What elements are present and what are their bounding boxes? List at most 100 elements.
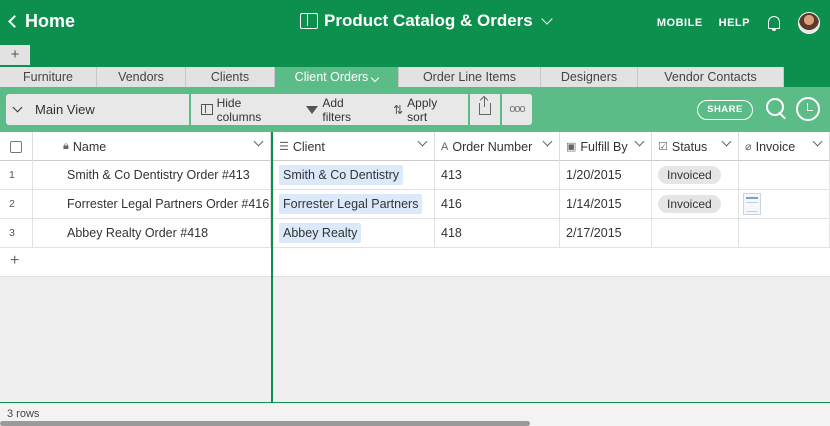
name-cell[interactable]: Smith & Co Dentistry Order #413	[33, 161, 271, 190]
share-icon	[479, 97, 491, 115]
home-link[interactable]: Home	[8, 11, 76, 32]
client-cell[interactable]: Smith & Co Dentistry	[273, 161, 435, 190]
linked-record-pill[interactable]: Abbey Realty	[279, 223, 362, 243]
tab-designers[interactable]: Designers	[541, 67, 638, 87]
row-number: 2	[0, 190, 33, 219]
status-cell[interactable]: Invoiced	[652, 190, 739, 219]
view-name: Main View	[35, 102, 95, 117]
sort-icon: ⇅	[393, 102, 404, 117]
tab-vendor-contacts[interactable]: Vendor Contacts	[638, 67, 784, 87]
grid-header: 🔒︎ Name ☰ Client A Order Number ▣ Fulfil…	[0, 132, 830, 161]
row-number: 1	[0, 161, 33, 190]
tab-label: Order Line Items	[422, 70, 517, 84]
apply-sort-button[interactable]: ⇅ Apply sort	[383, 94, 468, 125]
help-link[interactable]: HELP	[719, 17, 750, 29]
add-table-button[interactable]: +	[0, 45, 30, 65]
invoice-cell[interactable]	[739, 190, 830, 219]
invoice-cell[interactable]	[739, 161, 830, 190]
chevron-down-icon[interactable]	[721, 136, 732, 147]
invoice-thumbnail-icon[interactable]	[743, 193, 761, 215]
column-header-order-number[interactable]: A Order Number	[435, 132, 560, 161]
more-options-button[interactable]: ooo	[502, 94, 532, 125]
status-cell[interactable]	[652, 219, 739, 248]
client-cell[interactable]: Forrester Legal Partners	[273, 190, 435, 219]
table-row[interactable]: 2 Forrester Legal Partners Order #416 Fo…	[0, 190, 830, 219]
tab-label: Furniture	[22, 70, 74, 84]
select-all-checkbox[interactable]	[10, 140, 22, 153]
chevron-down-icon[interactable]	[417, 136, 428, 147]
avatar[interactable]	[798, 11, 820, 34]
tab-clients[interactable]: Clients	[186, 67, 275, 87]
tab-label: Vendors	[118, 70, 164, 84]
row-count: 3 rows	[7, 408, 40, 420]
chevron-down-icon[interactable]	[253, 136, 264, 147]
order-number-cell[interactable]: 413	[435, 161, 560, 190]
column-label: Fulfill By	[580, 139, 628, 154]
status-cell[interactable]: Invoiced	[652, 161, 739, 190]
client-cell[interactable]: Abbey Realty	[273, 219, 435, 248]
tab-furniture[interactable]: Furniture	[0, 67, 97, 87]
invoice-cell[interactable]	[739, 219, 830, 248]
select-icon: ☑	[658, 141, 668, 153]
frozen-column-divider[interactable]	[271, 132, 273, 426]
status-badge: Invoiced	[658, 166, 721, 184]
calendar-icon: ▣	[566, 141, 577, 153]
column-header-invoice[interactable]: ⌀ Invoice	[739, 132, 830, 161]
linked-record-pill[interactable]: Forrester Legal Partners	[279, 194, 423, 214]
select-all-cell	[0, 132, 33, 161]
fulfill-by-cell[interactable]: 1/20/2015	[560, 161, 652, 190]
column-label: Status	[671, 139, 708, 154]
chevron-down-icon	[371, 73, 380, 83]
tab-order-line-items[interactable]: Order Line Items	[399, 67, 541, 87]
order-number-cell[interactable]: 418	[435, 219, 560, 248]
table-tab-bar: + Furniture Vendors Clients Client Order…	[0, 45, 830, 87]
hide-columns-button[interactable]: Hide columns	[191, 94, 296, 125]
share-button[interactable]: SHARE	[697, 100, 753, 120]
bell-icon[interactable]	[766, 14, 782, 32]
link-table-icon: ☰	[279, 141, 289, 153]
column-header-name[interactable]: 🔒︎ Name	[33, 132, 271, 161]
tab-client-orders[interactable]: Client Orders	[275, 67, 399, 87]
export-button[interactable]	[470, 94, 500, 125]
tab-label: Vendor Contacts	[664, 70, 757, 84]
mobile-link[interactable]: MOBILE	[657, 17, 703, 29]
chevron-down-icon[interactable]	[634, 136, 645, 147]
home-label: Home	[25, 11, 76, 31]
column-label: Client	[292, 139, 325, 154]
hide-columns-label: Hide columns	[216, 95, 262, 124]
horizontal-scrollbar[interactable]	[0, 421, 530, 426]
fulfill-by-cell[interactable]: 2/17/2015	[560, 219, 652, 248]
apply-sort-label: Apply sort	[407, 95, 438, 124]
records-grid: 🔒︎ Name ☰ Client A Order Number ▣ Fulfil…	[0, 132, 830, 402]
table-row[interactable]: 3 Abbey Realty Order #418 Abbey Realty 4…	[0, 219, 830, 248]
tab-label: Client Orders	[294, 70, 369, 84]
name-cell[interactable]: Abbey Realty Order #418	[33, 219, 271, 248]
linked-record-pill[interactable]: Smith & Co Dentistry	[279, 165, 404, 185]
view-tools: Hide columns Add filters ⇅ Apply sort	[191, 94, 468, 125]
column-header-fulfill-by[interactable]: ▣ Fulfill By	[560, 132, 652, 161]
text-icon: A	[441, 140, 449, 153]
tab-vendors[interactable]: Vendors	[97, 67, 186, 87]
base-title-dropdown[interactable]: Product Catalog & Orders	[300, 11, 553, 31]
chevron-down-icon	[541, 13, 553, 25]
row-number: 3	[0, 219, 33, 248]
history-icon[interactable]	[796, 97, 820, 121]
add-filters-button[interactable]: Add filters	[296, 94, 383, 125]
chevron-down-icon[interactable]	[542, 136, 553, 147]
search-icon[interactable]	[765, 97, 789, 121]
name-cell[interactable]: Forrester Legal Partners Order #416	[33, 190, 271, 219]
status-badge: Invoiced	[658, 195, 721, 213]
book-icon	[300, 13, 318, 29]
grid-icon	[201, 104, 213, 115]
fulfill-by-cell[interactable]: 1/14/2015	[560, 190, 652, 219]
column-header-status[interactable]: ☑ Status	[652, 132, 739, 161]
chevron-down-icon[interactable]	[812, 136, 823, 147]
plus-icon[interactable]: +	[10, 252, 19, 270]
column-header-client[interactable]: ☰ Client	[273, 132, 435, 161]
add-row[interactable]: +	[0, 248, 830, 277]
table-row[interactable]: 1 Smith & Co Dentistry Order #413 Smith …	[0, 161, 830, 190]
column-label: Order Number	[452, 139, 533, 154]
view-selector[interactable]: Main View	[6, 94, 189, 125]
tab-label: Designers	[560, 70, 618, 84]
order-number-cell[interactable]: 416	[435, 190, 560, 219]
